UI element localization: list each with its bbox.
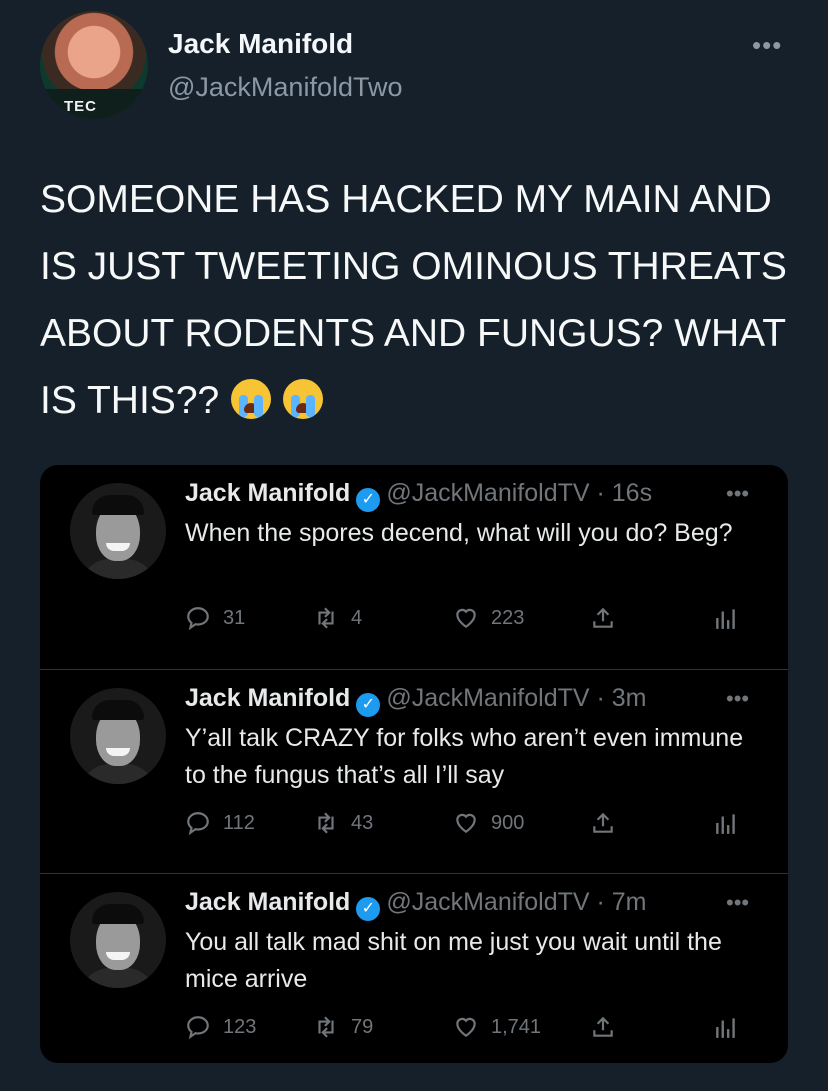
analytics-icon — [716, 814, 735, 834]
tweet-text-body: SOMEONE HAS HACKED MY MAIN AND IS JUST T… — [40, 178, 787, 422]
analytics-icon — [716, 1018, 735, 1038]
retweet-button[interactable]: 4 — [313, 603, 362, 633]
reply-count: 112 — [223, 811, 255, 834]
reply-count: 31 — [223, 606, 246, 629]
share-button[interactable] — [590, 603, 628, 633]
action-bar: 123 79 1,741 — [185, 1012, 745, 1042]
embedded-tweet-header: Jack Manifold ✓ @JackManifoldTV · 3m — [185, 684, 647, 717]
analytics-icon — [716, 609, 735, 629]
embedded-tweet[interactable]: Jack Manifold ✓ @JackManifoldTV · 7m ••• Y… — [40, 873, 788, 1063]
like-button[interactable]: 1,741 — [453, 1012, 541, 1042]
embedded-tweet-text: When the spores decend, what will you do… — [185, 519, 733, 547]
share-button[interactable] — [590, 1012, 628, 1042]
reply-button[interactable]: 112 — [185, 808, 255, 838]
embedded-tweet-screenshot: Jack Manifold ✓ @JackManifoldTV · 16s ••• … — [40, 465, 788, 1063]
retweet-icon — [318, 1016, 334, 1038]
author-name[interactable]: Jack Manifold — [168, 28, 353, 60]
loudly-crying-face-icon — [283, 379, 324, 419]
display-name[interactable]: Jack Manifold — [185, 479, 350, 507]
embedded-tweet[interactable]: Jack Manifold ✓ @JackManifoldTV · 3m ••• Y… — [40, 669, 788, 874]
like-button[interactable]: 900 — [453, 808, 524, 838]
action-bar: 112 43 900 — [185, 808, 745, 838]
more-options-icon[interactable]: ••• — [752, 30, 782, 61]
embedded-tweet-header: Jack Manifold ✓ @JackManifoldTV · 16s — [185, 479, 652, 512]
action-bar: 31 4 223 — [185, 603, 745, 633]
tweet-text: SOMEONE HAS HACKED MY MAIN AND IS JUST T… — [40, 166, 800, 434]
like-count: 223 — [491, 606, 525, 629]
heart-icon — [456, 608, 476, 628]
reply-icon — [187, 607, 209, 631]
heart-icon — [456, 813, 476, 833]
more-options-icon[interactable]: ••• — [726, 890, 749, 916]
retweet-icon — [318, 607, 334, 629]
display-name[interactable]: Jack Manifold — [185, 684, 350, 712]
handle-and-time[interactable]: @JackManifoldTV · 16s — [386, 479, 652, 507]
retweet-count: 4 — [351, 606, 363, 629]
analytics-button[interactable] — [713, 808, 751, 838]
like-count: 1,741 — [491, 1015, 542, 1038]
retweet-icon — [318, 812, 334, 834]
more-options-icon[interactable]: ••• — [726, 481, 749, 507]
avatar-shirt-text: TEC — [64, 98, 97, 115]
retweet-button[interactable]: 43 — [313, 808, 373, 838]
avatar[interactable] — [70, 483, 166, 579]
reply-count: 123 — [223, 1015, 257, 1038]
handle-and-time[interactable]: @JackManifoldTV · 3m — [386, 684, 646, 712]
avatar[interactable] — [70, 892, 166, 988]
handle-and-time[interactable]: @JackManifoldTV · 7m — [386, 888, 646, 916]
like-button[interactable]: 223 — [453, 603, 524, 633]
retweet-count: 43 — [351, 811, 374, 834]
share-icon — [593, 812, 613, 833]
verified-badge-icon: ✓ — [356, 897, 381, 921]
heart-icon — [456, 1017, 476, 1037]
reply-icon — [187, 812, 209, 836]
embedded-tweet-text: You all talk mad shit on me just you wai… — [185, 928, 722, 993]
retweet-button[interactable]: 79 — [313, 1012, 373, 1042]
analytics-button[interactable] — [713, 603, 751, 633]
embedded-tweet[interactable]: Jack Manifold ✓ @JackManifoldTV · 16s ••• … — [40, 465, 788, 669]
retweet-count: 79 — [351, 1015, 374, 1038]
reply-button[interactable]: 31 — [185, 603, 245, 633]
avatar[interactable] — [70, 688, 166, 784]
more-options-icon[interactable]: ••• — [726, 686, 749, 712]
verified-badge-icon: ✓ — [356, 693, 381, 717]
reply-icon — [187, 1016, 209, 1040]
share-button[interactable] — [590, 808, 628, 838]
like-count: 900 — [491, 811, 525, 834]
share-icon — [593, 607, 613, 628]
reply-button[interactable]: 123 — [185, 1012, 256, 1042]
display-name[interactable]: Jack Manifold — [185, 888, 350, 916]
loudly-crying-face-icon — [231, 379, 272, 419]
embedded-tweet-text: Y’all talk CRAZY for folks who aren’t ev… — [185, 724, 744, 789]
verified-badge-icon: ✓ — [356, 488, 381, 512]
share-icon — [593, 1016, 613, 1037]
author-handle[interactable]: @JackManifoldTwo — [168, 72, 403, 103]
analytics-button[interactable] — [713, 1012, 751, 1042]
embedded-tweet-header: Jack Manifold ✓ @JackManifoldTV · 7m — [185, 888, 647, 921]
author-avatar[interactable]: TEC — [40, 11, 148, 119]
